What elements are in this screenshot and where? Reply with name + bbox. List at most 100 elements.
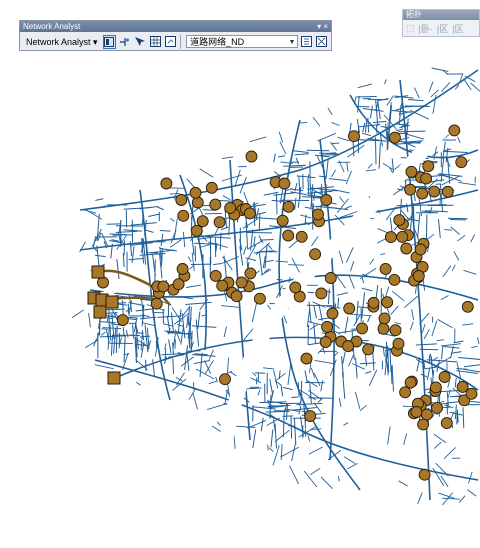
street-segment bbox=[428, 81, 434, 92]
street-segment bbox=[307, 380, 318, 387]
directions-icon[interactable] bbox=[164, 35, 177, 49]
build-network-icon[interactable] bbox=[299, 35, 312, 49]
street-segment bbox=[372, 350, 375, 371]
incident-point bbox=[107, 371, 121, 385]
street-segment bbox=[276, 193, 278, 215]
facility-point bbox=[422, 160, 435, 173]
select-move-location-icon[interactable] bbox=[133, 35, 146, 49]
street-segment bbox=[431, 67, 449, 72]
facility-point bbox=[379, 262, 392, 275]
street-segment bbox=[208, 380, 218, 385]
network-dataset-dropdown[interactable]: 道路网络_ND ▼ bbox=[186, 35, 299, 48]
street-segment bbox=[100, 331, 106, 336]
street-segment bbox=[349, 261, 355, 272]
topology-validate-icon[interactable]: |区 bbox=[437, 22, 448, 35]
street-segment bbox=[135, 308, 153, 312]
street-segment bbox=[319, 175, 327, 178]
street-segment bbox=[242, 218, 258, 229]
street-segment bbox=[168, 339, 172, 354]
facility-point bbox=[428, 185, 441, 198]
street-segment bbox=[161, 248, 163, 267]
street-segment bbox=[71, 309, 84, 319]
street-segment bbox=[331, 169, 337, 178]
street-segment bbox=[88, 313, 91, 328]
facility-point bbox=[418, 468, 431, 481]
street-segment bbox=[447, 380, 451, 388]
street-segment bbox=[222, 195, 231, 201]
street-segment bbox=[216, 421, 221, 427]
street-segment bbox=[101, 232, 109, 248]
facility-point bbox=[404, 376, 417, 389]
street-segment bbox=[274, 429, 290, 443]
facility-point bbox=[172, 278, 185, 291]
street-segment bbox=[267, 444, 269, 451]
toolbar-titlebar[interactable]: Network Analyst ▾ × bbox=[20, 21, 331, 32]
street-segment bbox=[458, 495, 466, 503]
street-segment bbox=[221, 305, 241, 309]
street-segment bbox=[169, 217, 175, 222]
street-segment bbox=[457, 136, 461, 144]
street-segment bbox=[367, 117, 370, 133]
facility-point bbox=[209, 269, 222, 282]
street-segment bbox=[252, 429, 257, 449]
toolbar-window-buttons[interactable]: ▾ × bbox=[317, 21, 328, 32]
solve-grid-icon[interactable] bbox=[149, 35, 162, 49]
street-segment bbox=[308, 446, 323, 455]
street-segment bbox=[287, 364, 292, 386]
street-segment bbox=[355, 96, 377, 98]
street-segment bbox=[191, 252, 195, 272]
street-segment bbox=[164, 343, 167, 350]
facility-point bbox=[300, 352, 313, 365]
street-segment bbox=[144, 229, 154, 233]
street-segment bbox=[391, 364, 394, 392]
street-segment bbox=[266, 243, 273, 250]
street-segment bbox=[383, 79, 387, 85]
facility-point bbox=[441, 185, 454, 198]
street-segment bbox=[110, 334, 113, 356]
street-segment bbox=[298, 176, 301, 200]
street-segment bbox=[318, 317, 331, 321]
street-segment bbox=[274, 423, 277, 449]
topology-select-icon[interactable]: ⬚ bbox=[406, 23, 415, 34]
street-segment bbox=[378, 142, 381, 169]
street-segment bbox=[251, 302, 258, 323]
street-segment bbox=[94, 364, 114, 370]
street-segment bbox=[291, 396, 298, 398]
street-segment bbox=[260, 268, 272, 276]
street-segment bbox=[291, 188, 304, 192]
street-segment bbox=[96, 245, 100, 268]
street-segment bbox=[433, 441, 442, 449]
street-segment bbox=[395, 107, 404, 111]
street-segment bbox=[397, 130, 426, 133]
facility-point bbox=[389, 324, 402, 337]
network-analyst-menu[interactable]: Network Analyst ▾ bbox=[22, 34, 102, 50]
street-segment bbox=[294, 153, 309, 156]
topology-error-icon[interactable]: |区 bbox=[452, 22, 463, 35]
street-segment bbox=[180, 327, 184, 345]
facility-point bbox=[97, 276, 109, 289]
facility-point bbox=[429, 381, 442, 394]
facility-point bbox=[367, 296, 380, 309]
street-segment bbox=[426, 367, 431, 381]
network-analyst-window-icon[interactable] bbox=[102, 34, 116, 49]
street-segment bbox=[471, 345, 478, 349]
street-segment bbox=[159, 230, 171, 232]
facility-point bbox=[116, 314, 129, 327]
street-segment bbox=[245, 257, 257, 261]
street-segment bbox=[367, 163, 373, 169]
street-segment bbox=[268, 447, 274, 452]
street-segment bbox=[436, 339, 444, 342]
topology-edit-icon[interactable]: |卧· bbox=[419, 22, 433, 35]
street-segment bbox=[290, 415, 293, 439]
network-identify-icon[interactable] bbox=[315, 35, 328, 49]
street-segment bbox=[348, 275, 355, 289]
map-canvas[interactable] bbox=[0, 0, 480, 548]
street-segment bbox=[345, 247, 354, 263]
create-network-location-icon[interactable] bbox=[118, 35, 131, 49]
facility-point bbox=[362, 343, 375, 356]
street-segment bbox=[258, 252, 263, 276]
street-segment bbox=[337, 136, 350, 142]
street-segment bbox=[170, 312, 174, 333]
street-segment bbox=[348, 354, 355, 367]
street-segment bbox=[309, 467, 321, 476]
